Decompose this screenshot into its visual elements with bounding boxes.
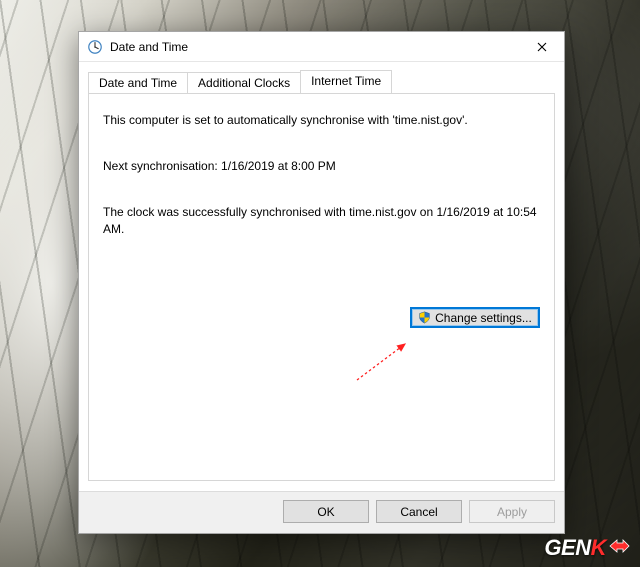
tab-internet-time[interactable]: Internet Time xyxy=(300,70,392,93)
close-button[interactable] xyxy=(520,32,564,61)
annotation-arrow xyxy=(349,338,419,388)
sync-server-text: This computer is set to automatically sy… xyxy=(103,112,540,128)
date-time-dialog: Date and Time Date and Time Additional C… xyxy=(78,31,565,534)
cancel-button[interactable]: Cancel xyxy=(376,500,462,523)
apply-button[interactable]: Apply xyxy=(469,500,555,523)
tab-strip: Date and Time Additional Clocks Internet… xyxy=(79,62,564,93)
change-settings-button[interactable]: Change settings... xyxy=(410,307,540,328)
dialog-button-bar: OK Cancel Apply xyxy=(79,491,564,533)
change-settings-label: Change settings... xyxy=(435,311,532,325)
dialog-title: Date and Time xyxy=(110,40,188,54)
uac-shield-icon xyxy=(418,311,431,324)
next-sync-text: Next synchronisation: 1/16/2019 at 8:00 … xyxy=(103,158,540,174)
sync-status-text: The clock was successfully synchronised … xyxy=(103,204,540,236)
tab-date-time[interactable]: Date and Time xyxy=(88,72,188,94)
tab-additional-clocks[interactable]: Additional Clocks xyxy=(187,72,301,94)
tab-panel-internet-time: This computer is set to automatically sy… xyxy=(88,93,555,481)
clock-icon xyxy=(87,39,103,55)
ok-button[interactable]: OK xyxy=(283,500,369,523)
titlebar: Date and Time xyxy=(79,32,564,62)
watermark-logo: GENK xyxy=(544,535,630,561)
